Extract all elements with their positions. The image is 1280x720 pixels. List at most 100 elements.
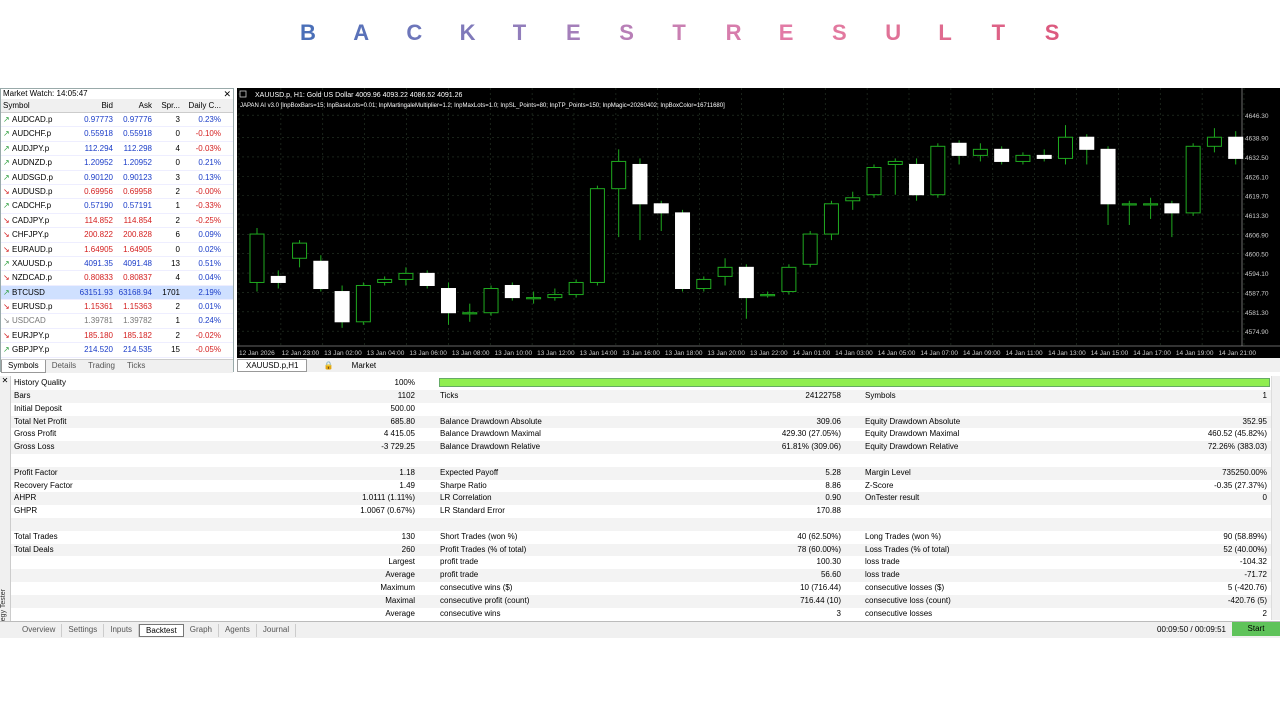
tab-details[interactable]: Details	[46, 360, 82, 373]
symbol-cell: ↘ AUDUSD.p	[1, 185, 77, 198]
bid-cell: 0.57190	[84, 201, 113, 211]
stat-value: 56.60	[820, 570, 841, 580]
market-watch-row[interactable]: ↗ BTCUSD 63151.93 63168.94 1701 2.19%	[1, 285, 233, 301]
symbol-name: EURUSD.p	[12, 302, 53, 312]
market-watch-row[interactable]: ↗ AUDJPY.p 112.294 112.298 4 -0.03%	[1, 142, 233, 157]
tab-journal[interactable]: Journal	[257, 624, 297, 637]
market-watch-row[interactable]: ↗ AUDCAD.p 0.97773 0.97776 3 0.23%	[1, 113, 233, 128]
stat-value: 735250.00%	[1222, 467, 1267, 477]
ask-cell: 63168.94	[118, 287, 152, 297]
close-icon[interactable]: ✕	[223, 89, 231, 99]
candle-body	[1079, 136, 1095, 150]
time-tick-label: 12 Jan 2026	[239, 350, 275, 357]
market-watch-row[interactable]: ↘ EURUSD.p 1.15361 1.15363 2 0.01%	[1, 300, 233, 315]
tab-ticks[interactable]: Ticks	[121, 360, 151, 373]
candle-body	[419, 272, 435, 286]
market-watch-row[interactable]: ↗ AUDCHF.p 0.55918 0.55918 0 -0.10%	[1, 127, 233, 142]
market-watch-row[interactable]: ↘ EURJPY.p 185.180 185.182 2 -0.02%	[1, 329, 233, 344]
arrow-up-icon: ↗	[3, 287, 10, 297]
market-watch-row[interactable]: ↘ AUDUSD.p 0.69956 0.69958 2 -0.00%	[1, 185, 233, 200]
stat-label: loss trade	[865, 557, 900, 567]
symbol-name: AUDNZD.p	[12, 158, 53, 168]
stat-value: -3 729.25	[381, 442, 415, 452]
bid-cell: 1.39781	[84, 316, 113, 326]
tab-overview[interactable]: Overview	[16, 624, 63, 637]
arrow-up-icon: ↗	[3, 143, 10, 153]
ask-cell: 0.69958	[123, 186, 152, 196]
history-quality-bar	[439, 378, 1270, 387]
strategy-tester-panel: ✕ Strategy Tester History Quality 100% B…	[0, 376, 1280, 638]
spread-cell: 2	[175, 302, 180, 312]
candle-body	[611, 160, 627, 190]
stat-label: Largest	[388, 557, 415, 567]
col-symbol[interactable]: Symbol	[1, 99, 77, 112]
bid-cell: 1.15361	[84, 302, 113, 312]
market-watch-row[interactable]: ↗ GBPJPY.p 214.520 214.535 15 -0.05%	[1, 343, 233, 358]
stat-label: profit trade	[440, 557, 479, 567]
spread-cell: 4	[175, 143, 180, 153]
candle-body	[972, 148, 988, 156]
start-button[interactable]: Start	[1232, 622, 1280, 636]
tab-chart-market[interactable]: 🔒 Market	[307, 360, 392, 371]
stat-label: Bars	[14, 391, 31, 400]
col-daily-change[interactable]: Daily C...	[182, 99, 224, 112]
market-watch-row[interactable]: ↘ CADJPY.p 114.852 114.854 2 -0.25%	[1, 214, 233, 229]
tab-graph[interactable]: Graph	[184, 624, 219, 637]
time-tick-label: 13 Jan 20:00	[707, 350, 745, 357]
tester-row: Bars 1102 Ticks 24122758 Symbols 1	[11, 390, 1271, 403]
stat-label: GHPR	[14, 506, 38, 516]
tab-agents[interactable]: Agents	[219, 624, 257, 637]
ask-cell: 0.90123	[123, 172, 152, 182]
candle-body	[1164, 203, 1180, 214]
col-bid[interactable]: Bid	[77, 99, 115, 112]
tab-inputs[interactable]: Inputs	[104, 624, 140, 637]
stat-label: Margin Level	[865, 467, 911, 477]
price-tick-label: 4587.70	[1245, 290, 1269, 297]
spread-cell: 1	[175, 316, 180, 326]
tab-chart-market-label: Market	[351, 360, 377, 370]
close-icon[interactable]: ✕	[0, 376, 10, 385]
market-watch-row[interactable]: ↘ CHFJPY.p 200.822 200.828 6 0.09%	[1, 228, 233, 243]
market-watch-row[interactable]: ↘ USDCAD 1.39781 1.39782 1 0.24%	[1, 314, 233, 329]
banner-letter: C	[406, 20, 423, 45]
market-watch-row[interactable]: ↗ AUDNZD.p 1.20952 1.20952 0 0.21%	[1, 156, 233, 171]
market-watch-row[interactable]: ↘ NZDCAD.p 0.80833 0.80837 4 0.04%	[1, 271, 233, 286]
vertical-scrollbar[interactable]	[1271, 376, 1280, 620]
col-ask[interactable]: Ask	[115, 99, 154, 112]
symbol-cell: ↗ AUDNZD.p	[1, 156, 77, 169]
price-chart[interactable]: 4646.30 4638.90 4632.50 4626.10 4619.70 4613.…	[237, 88, 1280, 358]
stat-label: Ticks	[440, 391, 459, 400]
ask-cell: 1.64905	[123, 244, 152, 254]
tab-chart-xauusd[interactable]: XAUUSD.p,H1	[237, 358, 308, 372]
spread-cell: 15	[171, 345, 180, 355]
title-banner: BACKTESTRESULTS	[0, 0, 1280, 88]
arrow-up-icon: ↗	[3, 115, 10, 124]
stat-value: 1.18	[399, 467, 415, 477]
time-tick-label: 13 Jan 06:00	[409, 350, 447, 357]
candle-body	[292, 242, 308, 259]
stat-value: -71.72	[1244, 570, 1267, 580]
stat-value: -104.32	[1239, 557, 1267, 567]
tab-symbols[interactable]: Symbols	[1, 360, 46, 373]
market-watch-row[interactable]: ↗ XAUUSD.p 4091.35 4091.48 13 0.51%	[1, 257, 233, 272]
tab-backtest[interactable]: Backtest	[139, 624, 184, 637]
tab-trading[interactable]: Trading	[82, 360, 121, 373]
stat-label: Maximal	[385, 595, 415, 605]
time-tick-label: 14 Jan 19:00	[1176, 350, 1214, 357]
tab-settings[interactable]: Settings	[62, 624, 105, 637]
market-watch-title: Market Watch: 14:05:47 ✕	[1, 89, 233, 99]
candle-body	[504, 284, 520, 299]
time-tick-label: 14 Jan 09:00	[963, 350, 1001, 357]
ask-cell: 0.57191	[123, 201, 152, 211]
ask-cell: 114.854	[123, 215, 152, 225]
col-spread[interactable]: Spr...	[154, 99, 182, 112]
market-watch-row[interactable]: ↘ EURAUD.p 1.64905 1.64905 0 0.02%	[1, 243, 233, 257]
candle-body	[483, 288, 499, 314]
market-watch-row[interactable]: ↗ AUDSGD.p 0.90120 0.90123 3 0.13%	[1, 171, 233, 185]
ask-cell: 112.298	[123, 143, 152, 153]
tester-row	[11, 518, 1271, 531]
candlestick-chart[interactable]: 4646.30 4638.90 4632.50 4626.10 4619.70 4613.…	[237, 88, 1280, 358]
symbol-name: AUDUSD.p	[12, 186, 53, 196]
ask-cell: 0.97776	[123, 115, 152, 124]
market-watch-row[interactable]: ↗ CADCHF.p 0.57190 0.57191 1 -0.33%	[1, 199, 233, 214]
